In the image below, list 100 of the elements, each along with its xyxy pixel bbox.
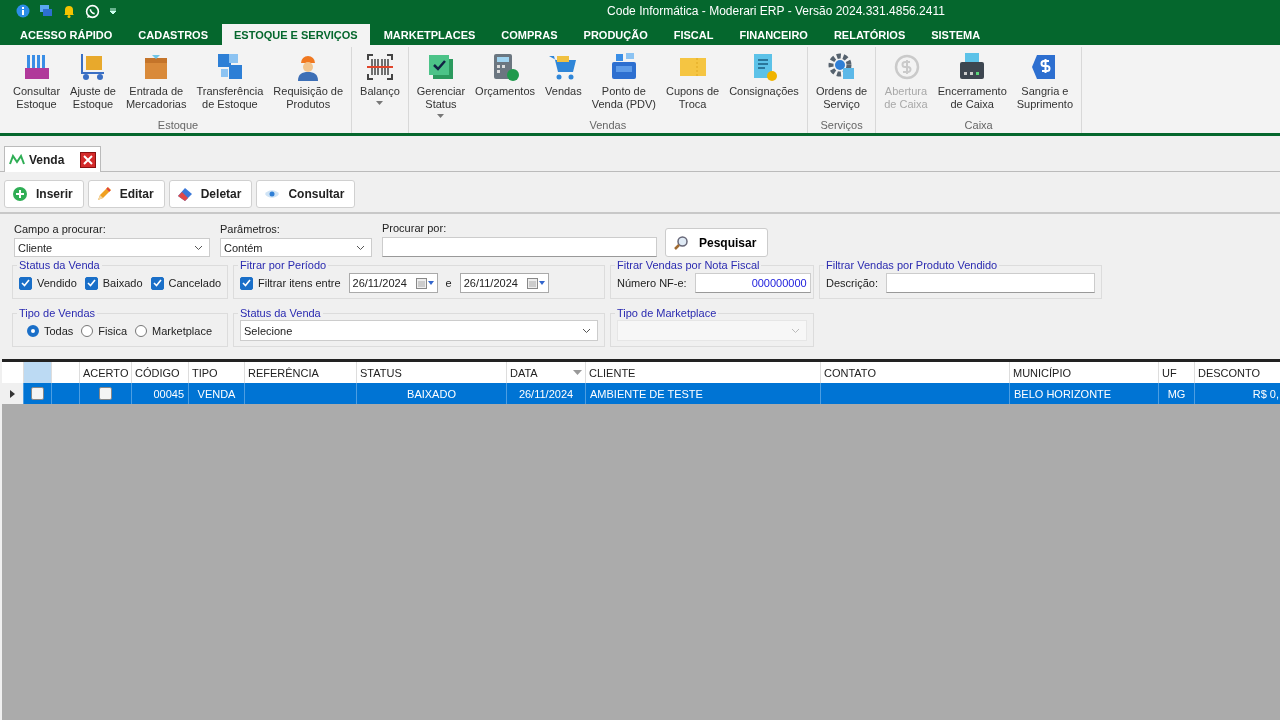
table-cell: MG xyxy=(1167,387,1186,400)
group-label: Estoque xyxy=(157,119,199,133)
group-title: Tipo de Marketplace xyxy=(616,307,718,319)
check-icon xyxy=(242,279,251,287)
toolbar-button[interactable]: Deletar xyxy=(168,180,253,208)
checkbox[interactable] xyxy=(31,387,44,400)
info-icon[interactable] xyxy=(16,4,30,18)
radio-button[interactable]: Fisica xyxy=(81,325,128,337)
check-icon xyxy=(152,279,162,287)
eraser-icon xyxy=(176,186,193,202)
toolbar-button[interactable]: Inserir xyxy=(4,180,84,208)
close-icon[interactable] xyxy=(80,151,97,168)
group-title: Filtrar Vendas por Produto Vendido xyxy=(825,259,999,271)
toolbar-button[interactable]: Consultar xyxy=(256,180,356,208)
phone-chat-icon[interactable] xyxy=(85,3,100,19)
table-row[interactable]: 00045 VENDA BAIXADO 26/11/2024 AMBIENTE DE TESTE BELO HORIZONTE MG R$ 0, xyxy=(2,383,1280,404)
row-pointer-icon xyxy=(10,389,15,398)
ribbon-button[interactable]: Transferência de Estoque xyxy=(191,47,269,119)
dropdown-field[interactable]: Selecione xyxy=(240,320,598,341)
ribbon-button[interactable]: Orçamentos xyxy=(470,47,541,119)
tab-label: Venda xyxy=(29,152,65,167)
ribbon-button[interactable]: Gerenciar Status xyxy=(411,47,471,119)
menu-tab[interactable]: SISTEMA xyxy=(919,24,993,45)
sort-icon xyxy=(573,370,582,375)
search-button[interactable]: Pesquisar xyxy=(665,228,769,257)
ribbon-button[interactable]: Consultar Estoque xyxy=(8,47,66,119)
chevron-icon xyxy=(356,244,365,251)
table-cell: VENDA xyxy=(197,387,236,400)
pencil-icon xyxy=(95,186,112,202)
menu-tab[interactable]: FINANCEIRO xyxy=(727,24,820,45)
ribbon-button[interactable]: Vendas xyxy=(540,47,587,119)
field-label: Parâmetros: xyxy=(220,223,281,235)
checkbox[interactable]: Baixado xyxy=(84,276,143,290)
table-cell: 00045 xyxy=(153,387,184,400)
check-icon xyxy=(21,279,30,287)
menu-tab[interactable]: ACESSO RÁPIDO xyxy=(8,24,125,45)
ribbon-button[interactable]: Entrada de Mercadorias xyxy=(120,47,192,119)
table-cell: BAIXADO xyxy=(407,387,456,400)
caret-icon xyxy=(376,101,384,105)
caret-icon xyxy=(437,114,445,118)
checkbox[interactable]: Vendido xyxy=(19,276,77,290)
menu-tab[interactable]: MARKETPLACES xyxy=(371,24,488,45)
radio-button[interactable]: Todas xyxy=(27,325,74,337)
group-title: Status da Venda xyxy=(239,307,322,319)
calendar-icon xyxy=(415,277,434,289)
field-label: Procurar por: xyxy=(382,222,448,234)
ribbon-button[interactable]: Ajuste de Estoque xyxy=(65,47,121,119)
group-title: Status da Venda xyxy=(18,259,101,271)
dropdown-field[interactable]: Contém xyxy=(220,238,372,257)
search-field[interactable] xyxy=(382,237,657,257)
checkbox[interactable]: Filtrar itens entre xyxy=(240,276,341,290)
group-label: Vendas xyxy=(589,119,627,133)
table-cell: R$ 0, xyxy=(1252,387,1279,400)
group-title: Tipo de Vendas xyxy=(18,307,97,319)
group-label: Serviços xyxy=(820,119,863,133)
ribbon-button[interactable]: Consignações xyxy=(724,47,804,119)
group-title: Fitrar por Período xyxy=(239,259,328,271)
menu-tab[interactable]: PRODUÇÃO xyxy=(571,24,660,45)
group-title: Fitrar Vendas por Nota Fiscal xyxy=(616,259,761,271)
checkbox[interactable] xyxy=(99,387,112,400)
dropdown-icon[interactable] xyxy=(109,7,117,15)
checkbox[interactable]: Cancelado xyxy=(150,276,222,290)
chevron-icon xyxy=(194,244,203,251)
check-icon xyxy=(86,279,96,287)
document-tab[interactable]: Venda xyxy=(4,146,102,172)
date-field[interactable]: 26/11/2024 xyxy=(348,273,438,293)
ribbon-button[interactable]: Cupons de Troca xyxy=(660,47,725,119)
description-field[interactable] xyxy=(885,273,1095,293)
ribbon-button[interactable]: Requisição de Produtos xyxy=(268,47,349,119)
search-icon xyxy=(673,234,689,251)
menu-tab[interactable]: FISCAL xyxy=(661,24,726,45)
table-cell: AMBIENTE DE TESTE xyxy=(590,387,703,400)
ribbon-button[interactable]: Ordens de Serviço xyxy=(810,47,873,119)
bell-icon[interactable] xyxy=(62,4,76,18)
field-label: Campo a procurar: xyxy=(14,223,107,235)
chevron-icon xyxy=(582,327,591,334)
table-cell: 26/11/2024 xyxy=(518,387,574,400)
menu-tab[interactable]: RELATÓRIOS xyxy=(821,24,918,45)
dropdown-field[interactable]: Cliente xyxy=(14,238,210,257)
ribbon-button[interactable]: Sangria e Suprimento xyxy=(1011,47,1079,119)
ribbon-button[interactable]: Balanço xyxy=(355,47,405,133)
menu-tab[interactable]: COMPRAS xyxy=(489,24,570,45)
logo-icon xyxy=(9,153,25,166)
date-field[interactable]: 26/11/2024 xyxy=(459,273,549,293)
table-cell: BELO HORIZONTE xyxy=(1014,387,1112,400)
chat-icon[interactable] xyxy=(39,4,53,18)
radio-button[interactable]: Marketplace xyxy=(135,325,212,337)
ribbon-button[interactable]: Ponto de Venda (PDV) xyxy=(586,47,661,119)
field-label: Descrição: xyxy=(826,277,878,289)
group-label: Caixa xyxy=(964,119,993,133)
range-separator: e xyxy=(445,277,452,289)
menu-tab[interactable]: CADASTROS xyxy=(126,24,220,45)
chevron-icon xyxy=(791,327,800,334)
menu-tab[interactable]: ESTOQUE E SERVIÇOS xyxy=(221,24,370,45)
invoice-number-field[interactable]: 000000000 xyxy=(694,273,811,293)
field-label: Número NF-e: xyxy=(617,277,687,289)
ribbon-button[interactable]: Encerramento de Caixa xyxy=(932,47,1012,119)
plus-circle-icon xyxy=(12,186,28,202)
calendar-icon xyxy=(526,277,545,289)
toolbar-button[interactable]: Editar xyxy=(87,180,165,208)
